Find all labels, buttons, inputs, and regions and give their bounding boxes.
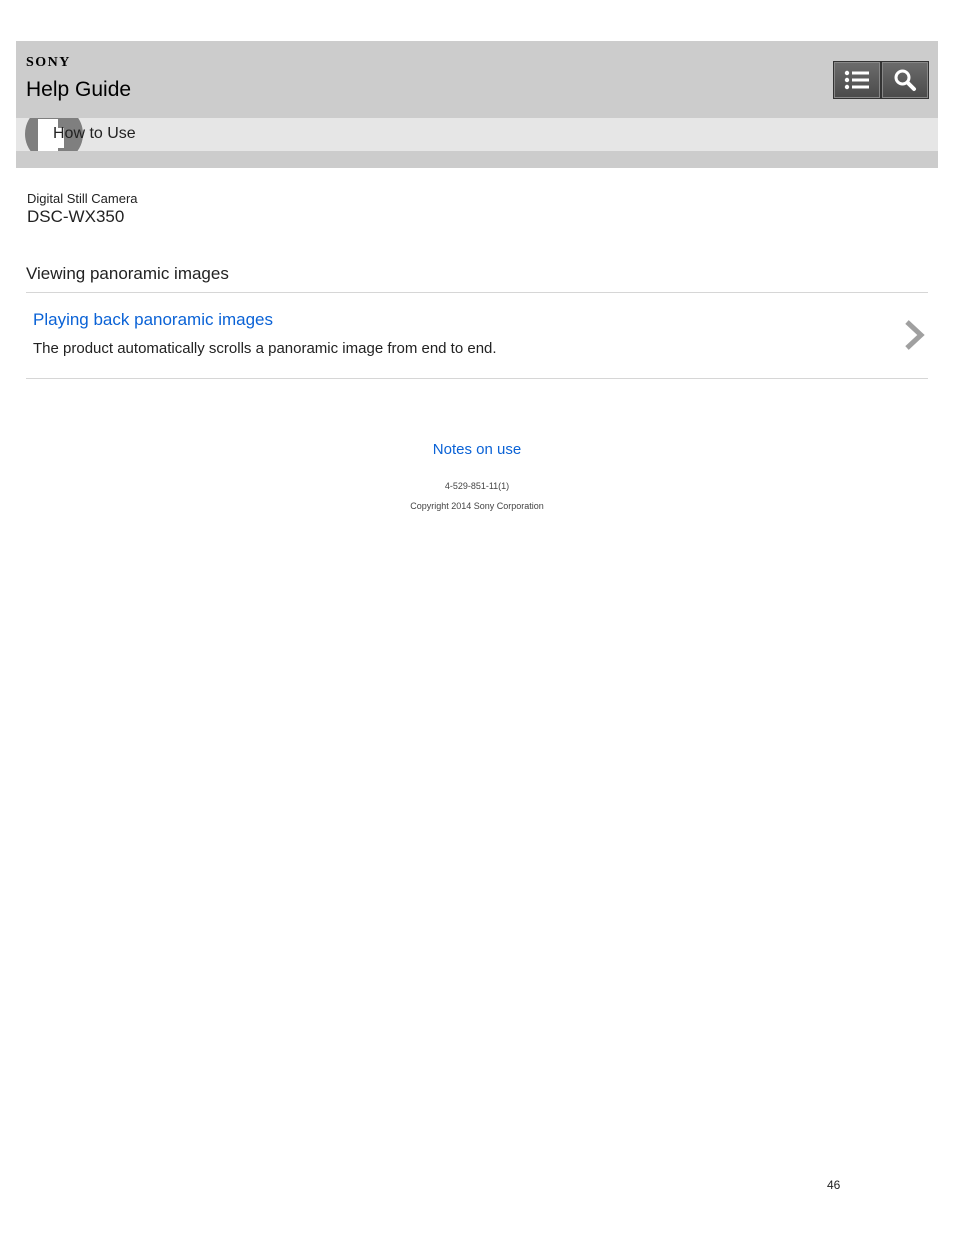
page-title: Viewing panoramic images bbox=[26, 264, 229, 283]
menu-button[interactable] bbox=[833, 61, 881, 99]
chevron-right-icon[interactable] bbox=[902, 318, 926, 352]
search-icon bbox=[894, 69, 916, 91]
divider bbox=[26, 378, 928, 379]
copyright: Copyright 2014 Sony Corporation bbox=[410, 501, 544, 511]
breadcrumb-how-to-use[interactable]: How to Use bbox=[53, 125, 136, 143]
document-code: 4-529-851-11(1) bbox=[444, 481, 510, 491]
topic-description: The product automatically scrolls a pano… bbox=[33, 340, 497, 357]
product-category: Digital Still Camera bbox=[27, 191, 138, 206]
sony-logo: SONY bbox=[26, 55, 71, 70]
divider bbox=[26, 292, 928, 293]
header-bar: SONY Help Guide How to Use bbox=[16, 41, 938, 168]
site-title[interactable]: Help Guide bbox=[26, 78, 131, 102]
breadcrumb-bar: How to Use bbox=[16, 118, 938, 151]
topic-link-playing-back-panoramic-images[interactable]: Playing back panoramic images bbox=[33, 310, 273, 330]
search-button[interactable] bbox=[881, 61, 929, 99]
list-icon bbox=[844, 70, 869, 90]
product-model: DSC-WX350 bbox=[27, 207, 125, 226]
notes-on-use-link[interactable]: Notes on use bbox=[0, 441, 954, 458]
page-number: 46 bbox=[827, 1178, 841, 1192]
